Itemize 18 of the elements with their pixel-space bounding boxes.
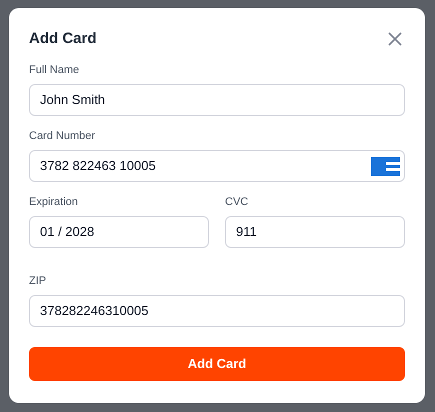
close-icon[interactable]	[388, 32, 402, 46]
dialog-title: Add Card	[29, 29, 96, 49]
input-field[interactable]: 3782 822463 10005	[29, 150, 405, 182]
field-value: 911	[236, 223, 258, 242]
field-value: 378282246310005	[40, 302, 150, 320]
field-value: 01 / 2028	[40, 223, 96, 242]
field-value: 3782 822463 10005	[40, 157, 157, 176]
field-value: John Smith	[40, 91, 106, 110]
input-field[interactable]: John Smith	[29, 84, 405, 116]
card-brand-icon	[371, 156, 400, 176]
input-field[interactable]: 01 / 2028	[29, 216, 209, 248]
field-label: CVC	[225, 195, 250, 209]
input-field[interactable]: 911	[225, 216, 405, 248]
field-label: Expiration	[29, 195, 79, 209]
field-label: ZIP	[29, 274, 48, 288]
field-label: Card Number	[29, 129, 96, 143]
field-label: Full Name	[29, 63, 80, 77]
input-field[interactable]: 378282246310005	[29, 295, 405, 327]
